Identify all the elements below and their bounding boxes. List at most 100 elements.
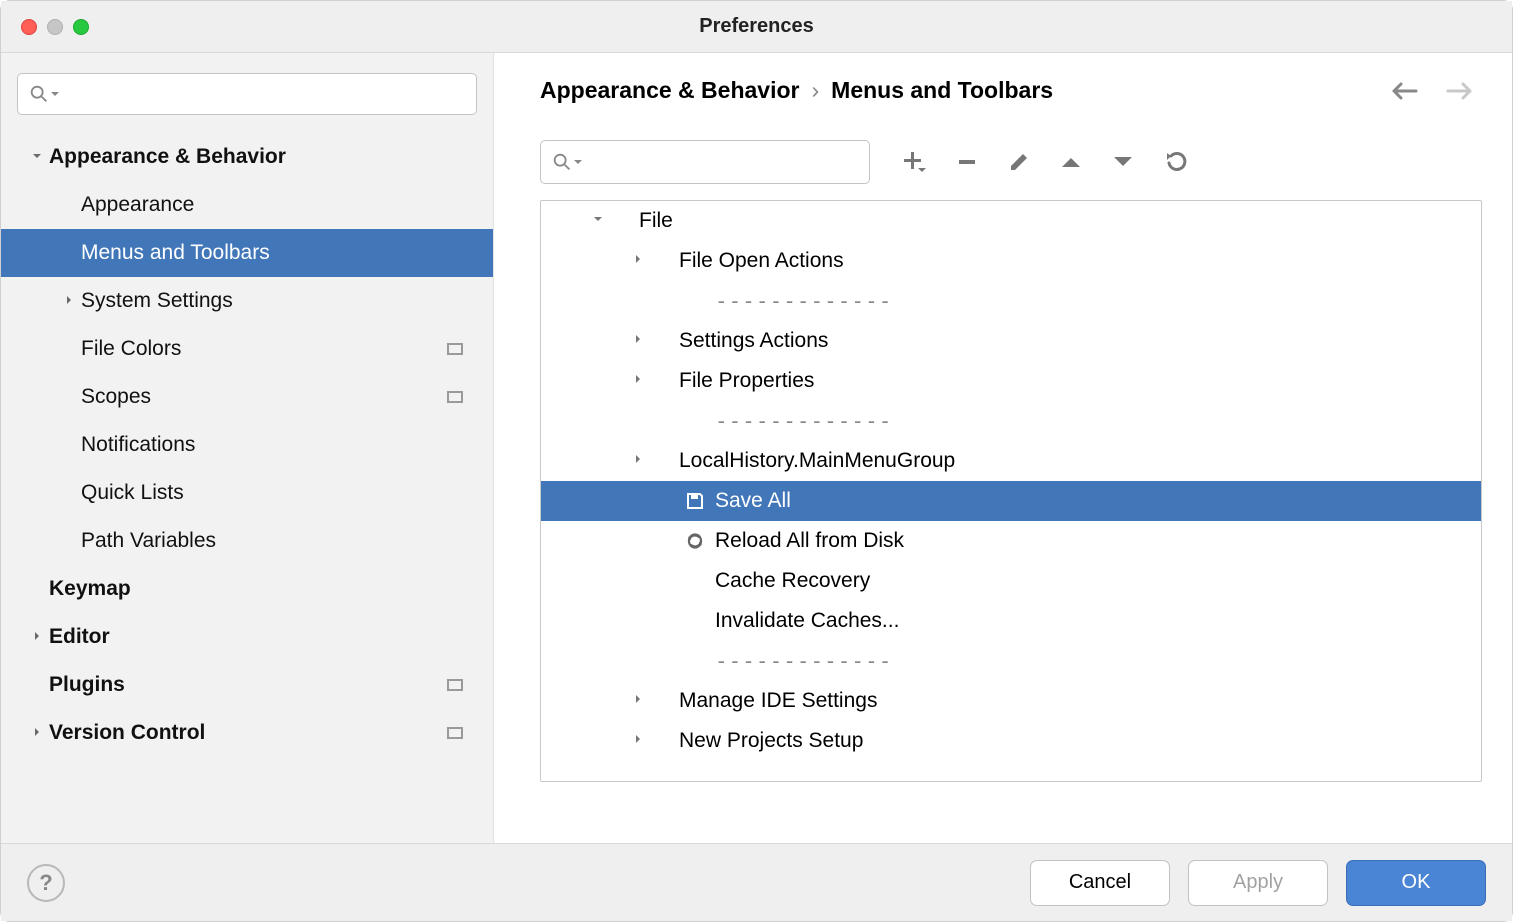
chevron-right-icon	[627, 452, 649, 470]
menu-separator[interactable]: -------------	[541, 281, 1481, 321]
settings-tree: Appearance & Behavior AppearanceMenus and…	[1, 133, 493, 757]
save-icon	[685, 491, 715, 511]
separator-label: -------------	[715, 649, 892, 673]
apply-button[interactable]: Apply	[1188, 860, 1328, 906]
sidebar-item[interactable]: Appearance	[1, 181, 493, 229]
title-bar: Preferences	[1, 1, 1512, 53]
main-split: Appearance & BehaviorAppearanceMenus and…	[1, 53, 1512, 843]
menu-tree-item[interactable]: Reload All from Disk	[541, 521, 1481, 561]
sidebar-item[interactable]: System Settings	[1, 277, 493, 325]
sidebar-item[interactable]: Keymap	[1, 565, 493, 613]
search-icon	[28, 83, 50, 105]
menu-item-label: New Projects Setup	[679, 729, 863, 753]
back-button[interactable]	[1390, 80, 1418, 102]
sidebar-item[interactable]: Version Control	[1, 709, 493, 757]
ok-button[interactable]: OK	[1346, 860, 1486, 906]
menu-separator[interactable]: -------------	[541, 401, 1481, 441]
chevron-right-icon	[627, 332, 649, 350]
sidebar-item-label: File Colors	[81, 337, 447, 361]
minimize-window-button[interactable]	[47, 19, 63, 35]
menu-item-label: File Open Actions	[679, 249, 844, 273]
menu-tree-item[interactable]: Cache Recovery	[541, 561, 1481, 601]
sidebar-item-label: Appearance & Behavior	[49, 145, 463, 169]
sidebar-search[interactable]	[17, 73, 477, 115]
project-level-icon	[447, 721, 463, 745]
settings-sidebar: Appearance & Behavior AppearanceMenus and…	[1, 53, 494, 843]
sidebar-item-label: Editor	[49, 625, 463, 649]
menu-item-label: Invalidate Caches...	[715, 609, 899, 633]
sidebar-item[interactable]: Quick Lists	[1, 469, 493, 517]
add-button[interactable]	[902, 150, 926, 174]
edit-button[interactable]	[1008, 151, 1030, 173]
sidebar-item[interactable]: File Colors	[1, 325, 493, 373]
menu-item-label: Save All	[715, 489, 791, 513]
tree-search[interactable]	[540, 140, 870, 184]
sidebar-item[interactable]: Notifications	[1, 421, 493, 469]
move-down-button[interactable]	[1112, 155, 1134, 169]
chevron-right-icon	[627, 692, 649, 710]
menu-tree-item[interactable]: File Open Actions	[541, 241, 1481, 281]
remove-button[interactable]	[956, 151, 978, 173]
breadcrumb: Appearance & Behavior › Menus and Toolba…	[540, 77, 1053, 104]
breadcrumb-seg-1: Menus and Toolbars	[831, 77, 1053, 104]
menu-tree-item[interactable]: Invalidate Caches...	[541, 601, 1481, 641]
menu-item-label: Cache Recovery	[715, 569, 870, 593]
separator-label: -------------	[715, 289, 892, 313]
chevron-down-icon	[587, 212, 609, 230]
cancel-button[interactable]: Cancel	[1030, 860, 1170, 906]
sidebar-item[interactable]: Path Variables	[1, 517, 493, 565]
menu-item-label: Reload All from Disk	[715, 529, 904, 553]
menu-item-label: Settings Actions	[679, 329, 828, 353]
separator-label: -------------	[715, 409, 892, 433]
sidebar-item-label: Plugins	[49, 673, 447, 697]
sidebar-item[interactable]: Appearance & Behavior	[1, 133, 493, 181]
menu-separator[interactable]: -------------	[541, 641, 1481, 681]
project-level-icon	[447, 385, 463, 409]
window-title: Preferences	[1, 15, 1512, 38]
window-controls	[1, 19, 89, 35]
sidebar-item[interactable]: Scopes	[1, 373, 493, 421]
sidebar-item[interactable]: Plugins	[1, 661, 493, 709]
reload-icon	[685, 531, 715, 551]
tree-search-input[interactable]	[589, 152, 859, 173]
menu-tree-item[interactable]: File Properties	[541, 361, 1481, 401]
menu-item-label: LocalHistory.MainMenuGroup	[679, 449, 955, 473]
chevron-right-icon	[627, 372, 649, 390]
sidebar-search-input[interactable]	[66, 84, 466, 105]
menu-tree-item[interactable]: Settings Actions	[541, 321, 1481, 361]
tree-toolbar-buttons	[902, 150, 1188, 174]
search-icon	[551, 151, 573, 173]
dropdown-icon	[573, 157, 583, 167]
restore-button[interactable]	[1164, 150, 1188, 174]
menu-tree-item[interactable]: Save All	[541, 481, 1481, 521]
menu-item-label: Manage IDE Settings	[679, 689, 877, 713]
menu-item-label: File Properties	[679, 369, 814, 393]
menu-tree[interactable]: FileFile Open Actions ------------- Settin…	[540, 200, 1482, 782]
chevron-down-icon	[25, 149, 49, 165]
menu-item-label: File	[639, 209, 673, 233]
sidebar-item-label: Path Variables	[81, 529, 463, 553]
close-window-button[interactable]	[21, 19, 37, 35]
sidebar-item[interactable]: Editor	[1, 613, 493, 661]
breadcrumb-separator-icon: ›	[811, 77, 819, 104]
project-level-icon	[447, 337, 463, 361]
forward-button[interactable]	[1446, 80, 1474, 102]
breadcrumb-row: Appearance & Behavior › Menus and Toolba…	[540, 77, 1482, 104]
move-up-button[interactable]	[1060, 155, 1082, 169]
menu-tree-item[interactable]: LocalHistory.MainMenuGroup	[541, 441, 1481, 481]
sidebar-item[interactable]: Menus and Toolbars	[1, 229, 493, 277]
chevron-right-icon	[25, 629, 49, 645]
sidebar-item-label: Scopes	[81, 385, 447, 409]
maximize-window-button[interactable]	[73, 19, 89, 35]
dialog-footer: ? Cancel Apply OK	[1, 843, 1512, 921]
menu-tree-item[interactable]: New Projects Setup	[541, 721, 1481, 761]
help-button[interactable]: ?	[27, 864, 65, 902]
history-nav	[1390, 80, 1482, 102]
settings-content: Appearance & Behavior › Menus and Toolba…	[494, 53, 1512, 843]
chevron-right-icon	[627, 732, 649, 750]
sidebar-item-label: Notifications	[81, 433, 463, 457]
menu-tree-item[interactable]: Manage IDE Settings	[541, 681, 1481, 721]
menus-toolbar	[540, 140, 1482, 184]
sidebar-item-label: Keymap	[49, 577, 463, 601]
menu-tree-item[interactable]: File	[541, 201, 1481, 241]
